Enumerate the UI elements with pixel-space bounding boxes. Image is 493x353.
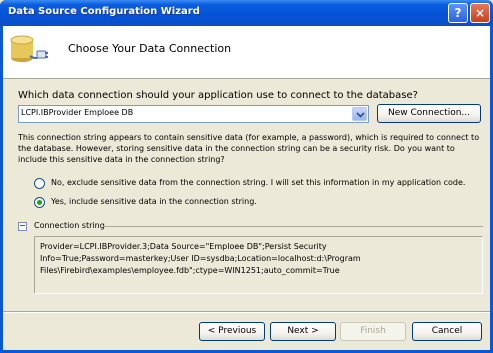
divider bbox=[103, 226, 483, 227]
previous-button[interactable]: < Previous bbox=[199, 322, 265, 341]
include-sensitive-label[interactable]: Yes, include sensitive data in the conne… bbox=[51, 197, 257, 206]
database-plug-icon bbox=[8, 32, 50, 77]
connection-string-line: Files\Firebird\examples\employee.fdb";ct… bbox=[40, 266, 340, 275]
cancel-button[interactable]: Cancel bbox=[412, 322, 482, 341]
chevron-down-icon[interactable] bbox=[352, 107, 367, 121]
finish-button[interactable]: Finish bbox=[340, 322, 406, 341]
connection-select-value: LCPI.IBProvider Emploee DB bbox=[21, 108, 134, 117]
window-title: Data Source Configuration Wizard bbox=[8, 6, 200, 17]
exclude-sensitive-radio[interactable] bbox=[34, 178, 45, 189]
connection-string-line: Provider=LCPI.IBProvider.3;Data Source="… bbox=[40, 242, 327, 251]
connection-select[interactable]: LCPI.IBProvider Emploee DB bbox=[18, 105, 369, 123]
sensitive-data-warning: This connection string appears to contai… bbox=[18, 133, 480, 164]
next-button[interactable]: Next > bbox=[270, 322, 336, 341]
include-sensitive-radio[interactable] bbox=[34, 197, 45, 208]
close-button[interactable]: × bbox=[470, 3, 490, 23]
collapse-icon[interactable]: − bbox=[18, 222, 27, 231]
footer-separator bbox=[3, 311, 490, 313]
connection-string-box: Provider=LCPI.IBProvider.3;Data Source="… bbox=[34, 236, 483, 294]
wizard-window: Data Source Configuration Wizard ? × Cho… bbox=[0, 0, 493, 353]
connection-question: Which data connection should your applic… bbox=[18, 90, 418, 101]
connection-string-label: Connection string bbox=[34, 221, 105, 230]
title-bar[interactable]: Data Source Configuration Wizard ? × bbox=[0, 0, 493, 26]
connection-string-line: Info=True;Password=masterkey;User ID=sys… bbox=[40, 254, 361, 263]
page-title: Choose Your Data Connection bbox=[68, 42, 232, 55]
new-connection-button[interactable]: New Connection... bbox=[377, 104, 481, 123]
help-button[interactable]: ? bbox=[448, 3, 468, 23]
wizard-body: Choose Your Data Connection Which data c… bbox=[3, 26, 490, 350]
wizard-header: Choose Your Data Connection bbox=[3, 26, 490, 79]
exclude-sensitive-label[interactable]: No, exclude sensitive data from the conn… bbox=[51, 178, 465, 187]
